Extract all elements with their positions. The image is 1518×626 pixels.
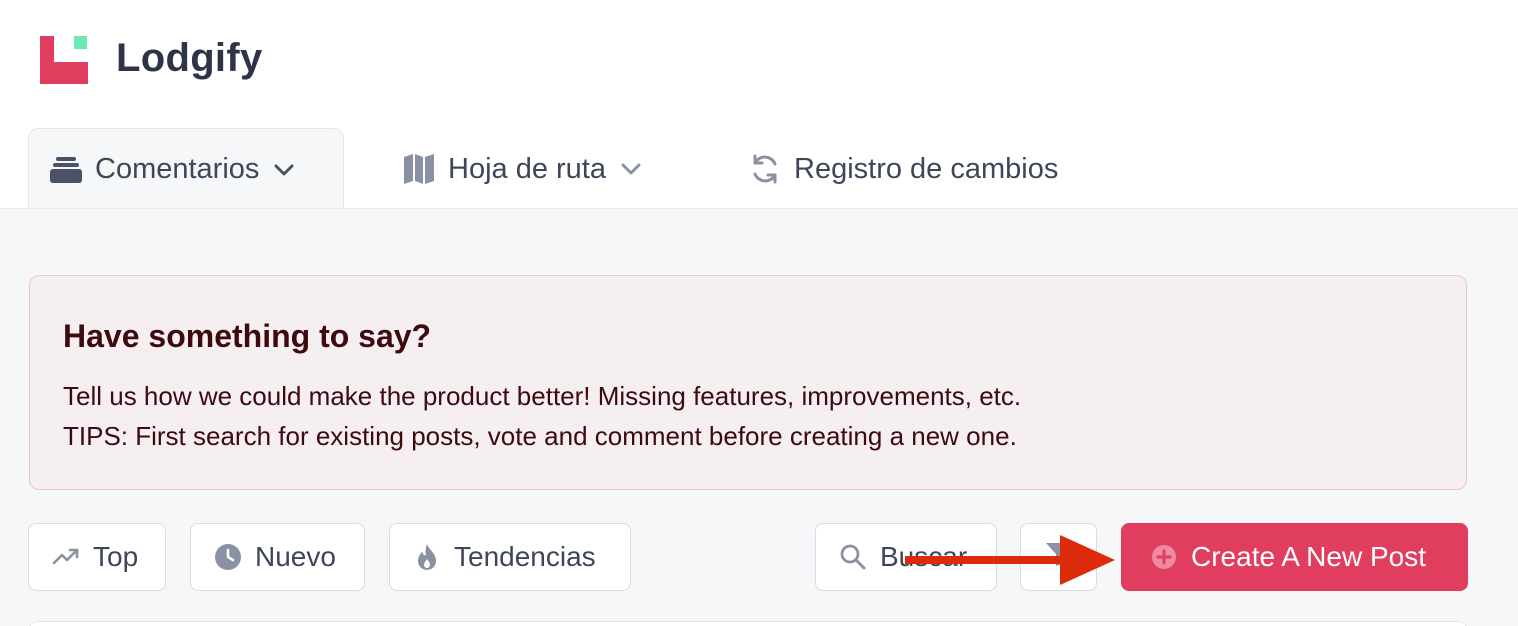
tab-label: Hoja de ruta	[448, 152, 606, 185]
clock-icon	[213, 542, 243, 572]
create-new-post-label: Create A New Post	[1191, 541, 1427, 572]
tab-label: Comentarios	[95, 153, 260, 185]
inbox-stack-icon	[49, 153, 83, 187]
sort-new-button[interactable]: Nuevo	[190, 523, 365, 591]
create-new-post-button[interactable]: Create A New Post	[1121, 523, 1468, 591]
main-content: Have something to say? Tell us how we co…	[0, 208, 1518, 626]
search-icon	[838, 542, 868, 572]
sort-trending-button[interactable]: Tendencias	[389, 523, 631, 591]
nav-tabs: Comentarios Hoja de ruta Registro de cam…	[0, 128, 1518, 210]
map-icon	[402, 152, 436, 186]
tab-hoja-de-ruta[interactable]: Hoja de ruta	[402, 128, 644, 210]
brand-name[interactable]: Lodgify	[116, 36, 263, 81]
tab-label: Registro de cambios	[794, 152, 1059, 185]
sort-trending-label: Tendencias	[454, 541, 596, 572]
plus-circle-icon	[1151, 544, 1177, 570]
sort-new-label: Nuevo	[255, 541, 336, 572]
post-list-card	[29, 621, 1467, 626]
sort-top-button[interactable]: Top	[28, 523, 166, 591]
banner-title: Have something to say?	[63, 318, 432, 354]
sort-top-label: Top	[93, 541, 139, 572]
banner-tips: TIPS: First search for existing posts, v…	[63, 421, 1017, 451]
fire-icon	[412, 542, 442, 572]
tab-comentarios[interactable]: Comentarios	[28, 128, 344, 210]
feedback-banner: Have something to say? Tell us how we co…	[29, 275, 1467, 490]
trending-up-icon	[51, 542, 81, 572]
refresh-icon	[748, 152, 782, 186]
tab-registro-de-cambios[interactable]: Registro de cambios	[748, 128, 1058, 210]
annotation-arrow-icon	[905, 535, 1115, 585]
banner-description: Tell us how we could make the product be…	[63, 381, 1022, 411]
chevron-down-icon	[620, 157, 644, 181]
lodgify-logo-icon[interactable]	[40, 36, 90, 84]
header: Lodgify	[0, 0, 1518, 130]
chevron-down-icon	[273, 158, 297, 182]
